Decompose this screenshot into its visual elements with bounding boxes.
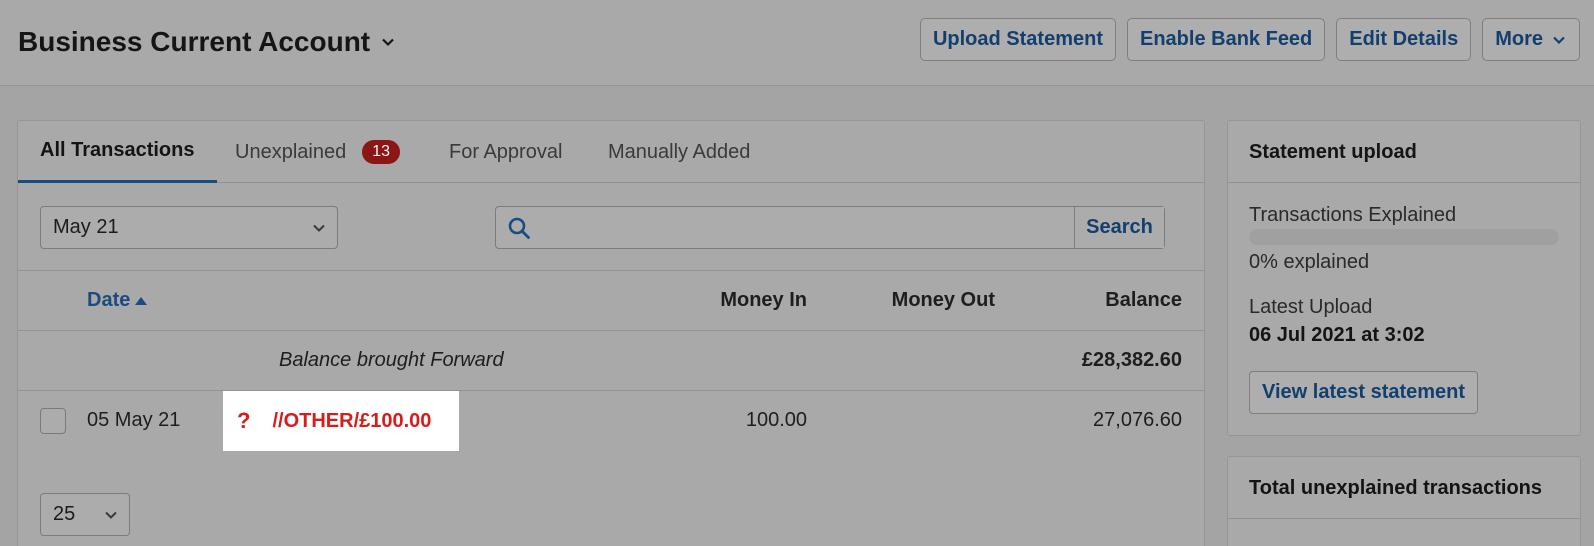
table-row: 05 May 21 ? //OTHER/£100.00 100.00 27,07…: [18, 391, 1204, 451]
chevron-down-icon: [1553, 36, 1565, 44]
balance-forward-value: £28,382.60: [1081, 349, 1182, 371]
unexplained-description[interactable]: ? //OTHER/£100.00: [223, 391, 459, 451]
explained-percent: 0% explained: [1249, 251, 1370, 273]
statement-upload-panel: Statement upload Transactions Explained …: [1227, 120, 1581, 436]
enable-bank-feed-button[interactable]: Enable Bank Feed: [1127, 18, 1326, 61]
unexplained-summary-title: Total unexplained transactions: [1228, 457, 1580, 519]
tab-label: All Transactions: [40, 139, 195, 161]
upload-statement-button[interactable]: Upload Statement: [919, 18, 1116, 61]
unexplained-summary-panel: Total unexplained transactions: [1227, 456, 1581, 546]
search-input[interactable]: [542, 207, 1074, 248]
explained-progress-bar: [1249, 229, 1559, 245]
search-button[interactable]: Search: [1074, 207, 1164, 248]
transaction-tabs: All Transactions Unexplained 13 For Appr…: [18, 121, 1204, 183]
per-page-value: 25: [53, 503, 76, 525]
row-checkbox[interactable]: [40, 408, 66, 434]
tab-label: For Approval: [449, 140, 563, 163]
question-mark-icon: ?: [237, 408, 251, 433]
date-header-label: Date: [87, 289, 131, 311]
per-page-select[interactable]: 25: [40, 493, 130, 536]
row-date: 05 May 21: [87, 409, 181, 431]
unexplained-count-badge: 13: [362, 140, 400, 164]
tab-for-approval[interactable]: For Approval: [449, 121, 562, 183]
view-latest-statement-button[interactable]: View latest statement: [1249, 371, 1479, 414]
tab-all-transactions[interactable]: All Transactions: [18, 121, 217, 183]
latest-upload-value: 06 Jul 2021 at 3:02: [1249, 324, 1425, 346]
row-money-in: 100.00: [745, 409, 807, 431]
month-select[interactable]: May 21: [40, 206, 338, 249]
date-column-header[interactable]: Date: [87, 289, 148, 312]
tab-unexplained[interactable]: Unexplained 13: [235, 121, 400, 183]
balance-forward-label: Balance brought Forward: [279, 349, 504, 371]
search-box: Search: [495, 206, 1165, 249]
balance-header: Balance: [1105, 289, 1182, 311]
row-balance: 27,076.60: [1093, 409, 1182, 431]
transactions-panel: All Transactions Unexplained 13 For Appr…: [17, 120, 1205, 546]
chevron-down-icon: [105, 511, 117, 519]
filter-bar: May 21 Search: [18, 183, 1204, 271]
money-out-header: Money Out: [891, 289, 995, 311]
latest-upload-label: Latest Upload: [1249, 296, 1373, 318]
edit-details-button[interactable]: Edit Details: [1336, 18, 1472, 61]
sort-ascending-icon: [135, 296, 148, 305]
account-title: Business Current Account: [18, 26, 371, 57]
account-selector[interactable]: Business Current Account: [18, 26, 396, 58]
tab-manually-added[interactable]: Manually Added: [608, 121, 750, 183]
search-icon: [496, 207, 542, 248]
balance-forward-row: Balance brought Forward £28,382.60: [18, 331, 1204, 391]
top-bar: Business Current Account Upload Statemen…: [0, 0, 1594, 86]
more-button[interactable]: More: [1482, 18, 1580, 61]
tab-label: Manually Added: [608, 140, 751, 163]
table-header: Date Money In Money Out Balance: [18, 271, 1204, 331]
money-in-header: Money In: [720, 289, 807, 311]
more-label: More: [1495, 28, 1543, 50]
month-value: May 21: [53, 216, 119, 238]
chevron-down-icon: [313, 224, 325, 232]
chevron-down-icon: [382, 38, 394, 47]
tab-label: Unexplained: [235, 140, 347, 163]
statement-upload-title: Statement upload: [1228, 121, 1580, 183]
transactions-explained-label: Transactions Explained: [1249, 204, 1457, 226]
row-description: //OTHER/£100.00: [272, 409, 432, 432]
